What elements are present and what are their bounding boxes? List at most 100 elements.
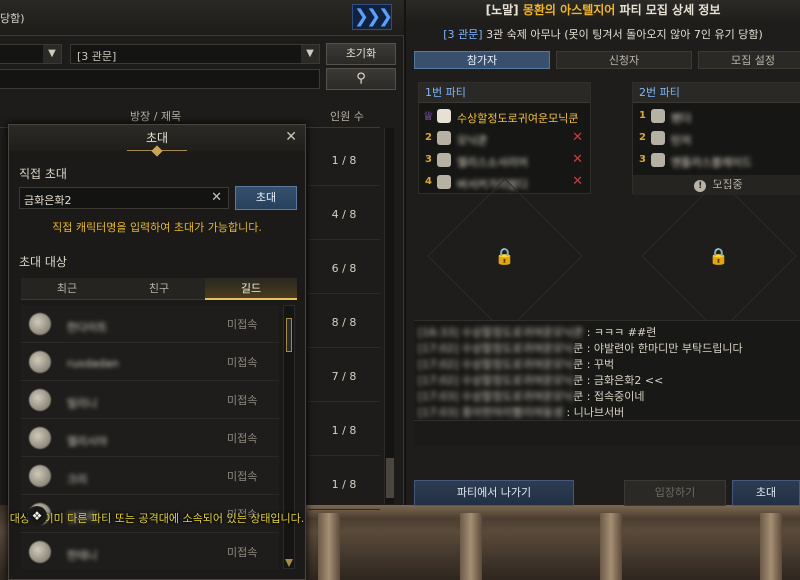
list-item[interactable]: rusdadan 미접속 [21, 343, 279, 381]
tab-recruit-settings[interactable]: 모집 설정 [698, 51, 800, 69]
stage-select[interactable]: [3 관문] ▼ [70, 44, 320, 64]
enter-button[interactable]: 입장하기 [624, 480, 726, 506]
avatar [29, 465, 51, 487]
leave-party-button[interactable]: 파티에서 나가기 [414, 480, 574, 506]
tab-recent[interactable]: 최근 [21, 278, 113, 300]
online-status: 미접속 [227, 546, 258, 559]
class-icon [651, 109, 665, 123]
party-member[interactable]: ♕ 수상할정도로귀여운모닉쿤 [421, 107, 589, 127]
avatar [29, 541, 51, 563]
tab-guild[interactable]: 길드 [205, 278, 297, 300]
class-icon [437, 131, 451, 145]
chat-message: 쿤 : 금화은화2 << [573, 374, 664, 387]
scenery-pillar [460, 513, 482, 580]
party-4-locked: 🔒 [632, 178, 800, 334]
party-count: 8 / 8 [308, 298, 380, 348]
tab-participants[interactable]: 참가자 [414, 51, 550, 69]
tab-applicants[interactable]: 신청자 [556, 51, 692, 69]
class-icon [437, 153, 451, 167]
title-suffix: 파티 모집 상세 정보 [619, 3, 721, 17]
category-select[interactable]: ▼ [0, 44, 62, 64]
tab-friends[interactable]: 친구 [113, 278, 205, 300]
party-detail-panel: [노말] 몽환의 아스텔지어 파티 모집 상세 정보 [3 관문] 3관 숙제 … [406, 0, 800, 506]
chat-message: 쿤 : 꾸벅 [573, 358, 615, 371]
scenery-pillar [760, 513, 782, 580]
list-item[interactable]: 한다이트 미접속 [21, 305, 279, 343]
warning-text: 대상이 이미 다른 파티 또는 공격대에 소속되어 있는 상태입니다. [9, 512, 305, 525]
invite-hint: 직접 캐릭터명을 입력하여 초대가 가능합니다. [52, 221, 262, 234]
member-name: 크리 [67, 473, 88, 486]
party-member[interactable]: 2 모닉쿤 ✕ [421, 129, 589, 149]
online-status: 미접속 [227, 432, 258, 445]
scenery-pillar [318, 513, 340, 580]
member-name: 한테니 [67, 549, 98, 562]
detail-subtitle: [3 관문] 3관 숙제 아무나 (못이 팅겨서 돌아오지 않아 7인 유기 당… [406, 26, 800, 42]
online-status: 미접속 [227, 356, 258, 369]
party-count: 1 / 8 [308, 136, 380, 186]
character-name-input[interactable]: 금화은화2 ✕ [19, 187, 229, 209]
member-name: 수상할정도로귀여운모닉쿤 [457, 112, 579, 125]
class-icon [437, 109, 451, 123]
character-name-value: 금화은화2 [24, 194, 72, 207]
next-arrow-button[interactable]: ❯❯❯ [352, 4, 393, 30]
member-name: 탄저 [671, 134, 692, 147]
kick-icon[interactable]: ✕ [572, 152, 583, 167]
member-slot: 2 [639, 132, 646, 143]
member-slot: 4 [425, 176, 432, 187]
chat-log: [16:33] 수상할정도로귀여운모닉쿤 : ㅋㅋㅋ ##련 [17:02] 수… [414, 320, 800, 420]
invite-open-button[interactable]: 초대 [732, 480, 800, 506]
chat-line: [17:03] 수상할정도로귀여운모닉쿤 : 접속중이네 [418, 389, 796, 405]
search-title-bar: 당함) ❯❯❯ [0, 0, 404, 36]
party-member[interactable]: 2 탄저 [635, 129, 800, 149]
chat-input[interactable] [414, 420, 800, 446]
invite-list-scrollbar[interactable] [283, 305, 295, 569]
detail-title: [노말] 몽환의 아스텔지어 파티 모집 상세 정보 [406, 0, 800, 22]
ornament-divider [127, 145, 187, 157]
party-2: 2번 파티 1 팬더 2 탄저 3 앤틀러스블레이드 ! 모집중 [632, 82, 800, 195]
subtitle-text: 3관 숙제 아무나 (못이 팅겨서 돌아오지 않아 7인 유기 당함) [486, 28, 763, 41]
close-icon[interactable]: ✕ [285, 129, 297, 145]
scroll-thumb[interactable] [386, 458, 394, 498]
scroll-down-icon[interactable] [285, 559, 293, 567]
invite-target-title: 초대 대상 [19, 255, 67, 269]
list-item[interactable]: 빌리니 미접속 [21, 381, 279, 419]
chat-sender: [17:02] 수상할정도로귀여운모닉 [418, 358, 574, 371]
party-member[interactable]: 1 팬더 [635, 107, 800, 127]
search-icon: ⚲ [356, 71, 366, 86]
list-item[interactable]: 엘리시아 미접속 [21, 419, 279, 457]
member-slot: 1 [639, 110, 646, 121]
chat-sender: [16:33] 수상할정도로귀여운모닉쿤 [418, 326, 584, 339]
search-input[interactable] [0, 69, 320, 89]
chevron-down-icon: ▼ [301, 45, 319, 63]
member-name: 앤틀러스블레이드 [671, 156, 752, 169]
invite-dialog: 초대 ✕ 직접 초대 금화은화2 ✕ 초대 직접 캐릭터명을 입력하여 초대가 … [8, 124, 306, 580]
member-name: 엘리스소서리어 [457, 156, 528, 169]
kick-icon[interactable]: ✕ [572, 130, 583, 145]
direct-invite-title: 직접 초대 [19, 167, 67, 181]
member-name: 엘리시아 [67, 435, 108, 448]
class-icon [651, 131, 665, 145]
party-count: 4 / 8 [308, 190, 380, 240]
invite-button[interactable]: 초대 [235, 186, 297, 210]
chat-line: [17:02] 수상할정도로귀여운모닉쿤 : 야발련아 한마디만 부탁드립니다 [418, 341, 796, 357]
avatar [29, 351, 51, 373]
list-item[interactable]: 한테니 미접속 [21, 533, 279, 569]
chat-message: 쿤 : 야발련아 한마디만 부탁드립니다 [573, 342, 743, 355]
party-list-scrollbar[interactable] [384, 128, 394, 504]
list-item[interactable]: 크리 미접속 [21, 457, 279, 495]
party-member[interactable]: 3 앤틀러스블레이드 [635, 151, 800, 171]
chat-sender: [17:03] 풍아한마리빨리여동생 [418, 406, 563, 419]
party-member[interactable]: 3 엘리스소서리어 ✕ [421, 151, 589, 171]
member-name: 모닉쿤 [457, 134, 488, 147]
chat-message: 쿤 : 접속중이네 [573, 390, 645, 403]
col-title: 방장 / 제목 [130, 110, 182, 123]
kick-icon[interactable]: ✕ [572, 174, 583, 189]
class-icon [651, 153, 665, 167]
scroll-thumb[interactable] [286, 318, 292, 352]
search-button[interactable]: ⚲ [326, 68, 396, 90]
reset-button[interactable]: 초기화 [326, 43, 396, 65]
party-count: 1 / 8 [308, 460, 380, 510]
chat-message: : ㅋㅋㅋ ##련 [586, 326, 657, 339]
clear-icon[interactable]: ✕ [211, 190, 222, 205]
lock-icon: 🔒 [494, 246, 515, 266]
